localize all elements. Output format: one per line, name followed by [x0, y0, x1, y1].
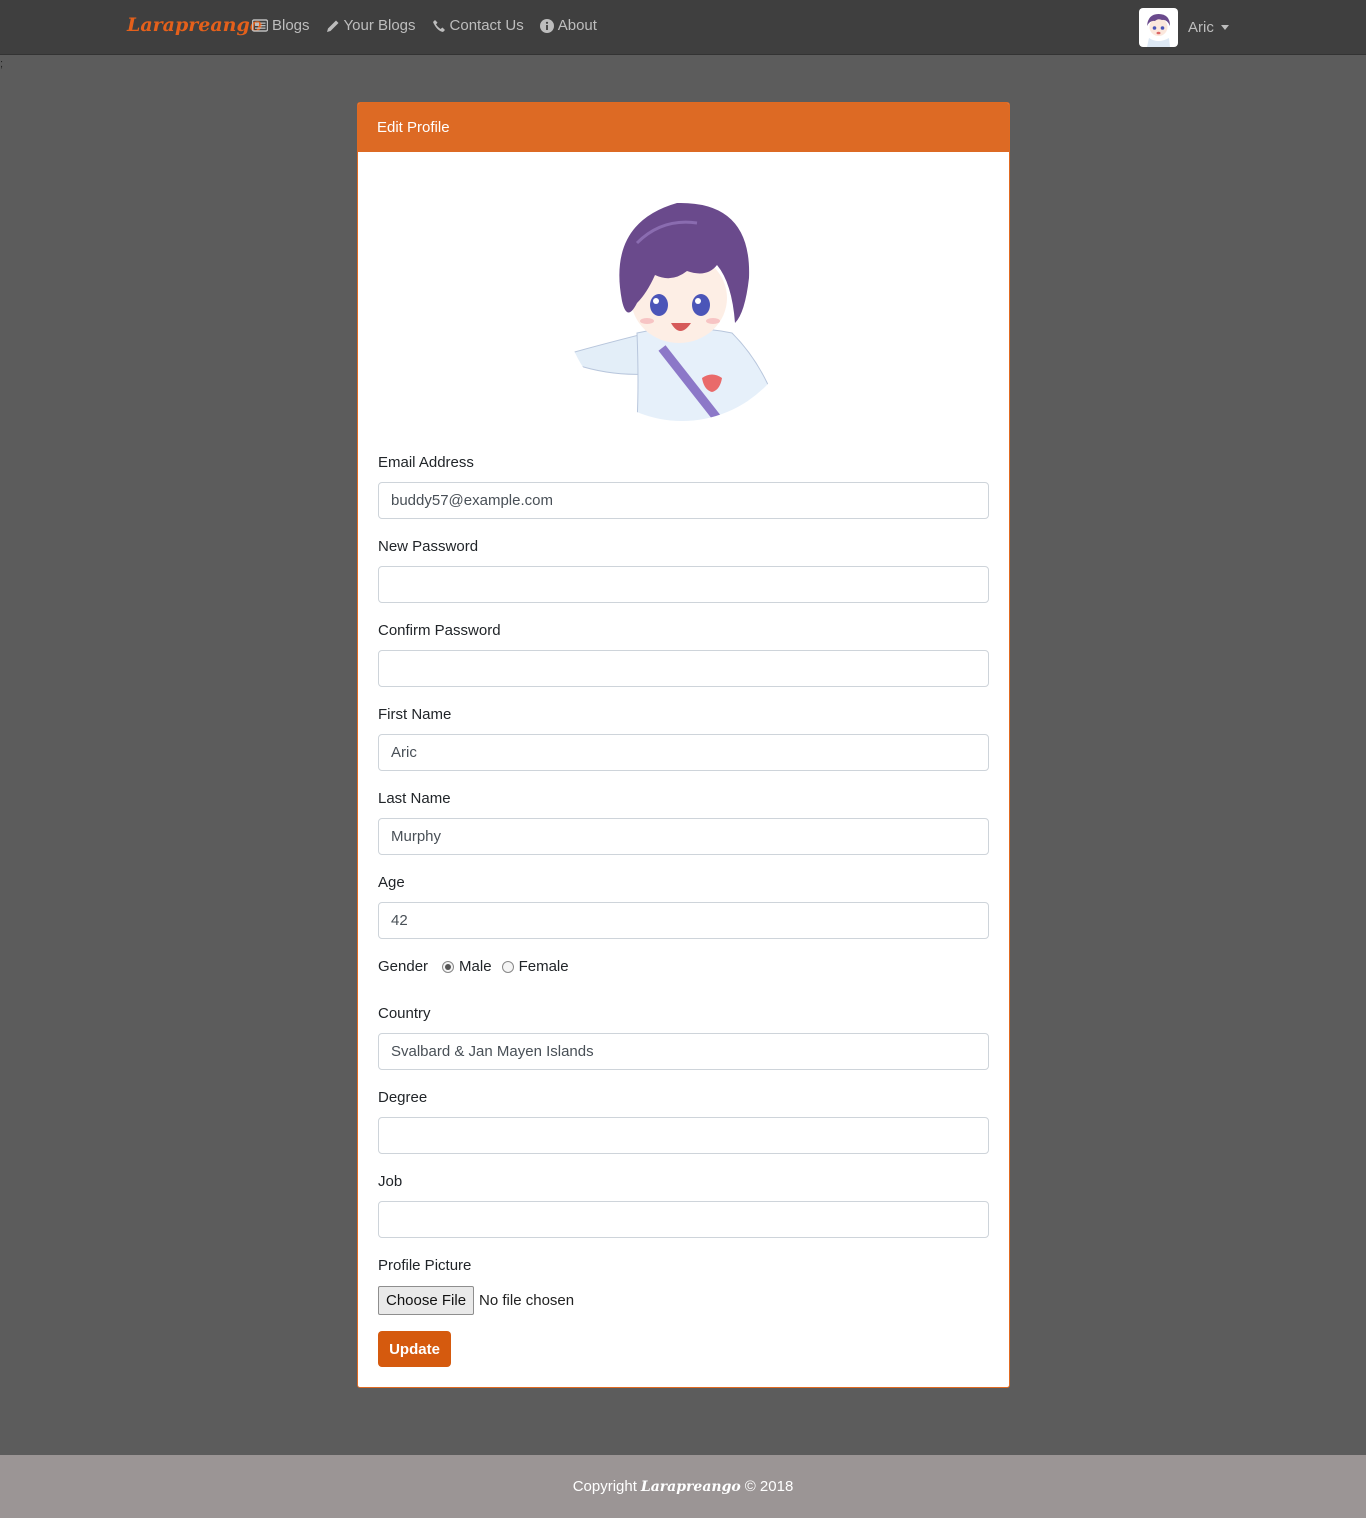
nav-link-label: About [557, 17, 597, 34]
female-radio-label: Female [518, 958, 569, 975]
edit-profile-card: Edit Profile Email Address buddy57@examp… [357, 102, 1010, 1388]
job-label: Job [378, 1173, 403, 1190]
footer-prefix: Copyright [572, 1478, 637, 1495]
file-status: No file chosen [479, 1292, 575, 1309]
avatar-image [1147, 14, 1170, 47]
footer-suffix: © 2018 [744, 1478, 794, 1495]
first-name-field[interactable] [378, 734, 989, 771]
pencil-icon [326, 20, 339, 32]
age-field[interactable] [378, 902, 989, 939]
phone-icon [432, 19, 445, 32]
caret-down-icon [1220, 25, 1229, 30]
confirm-password-field[interactable] [378, 650, 989, 687]
nav-link-label: Contact Us [449, 17, 524, 34]
avatar [1139, 8, 1178, 47]
new-password-field[interactable] [378, 566, 989, 603]
gender-option-female[interactable]: Female [501, 958, 569, 975]
country-label: Country [378, 1005, 431, 1022]
profile-picture-label: Profile Picture [378, 1257, 472, 1274]
gender-group: Gender Male Female [378, 958, 579, 975]
footer: Copyright Larapreango © 2018 [0, 1455, 1366, 1518]
card-header: Edit Profile [358, 103, 1009, 152]
nav-link-about[interactable]: About [539, 17, 597, 34]
nav-links: Blogs Your Blogs Contact Us About [252, 17, 613, 34]
info-circle-icon [539, 18, 554, 33]
degree-label: Degree [378, 1089, 428, 1106]
email-field[interactable] [378, 482, 989, 519]
nav-link-label: Blogs [272, 17, 310, 34]
male-radio[interactable] [442, 960, 455, 973]
new-password-label: New Password [378, 538, 479, 555]
degree-field[interactable] [378, 1117, 989, 1154]
gender-label: Gender [378, 958, 429, 975]
female-radio[interactable] [501, 960, 514, 973]
newspaper-icon [252, 19, 268, 32]
job-field[interactable] [378, 1201, 989, 1238]
top-navbar: Larapreango Blogs Your Blogs Contact Us … [0, 0, 1366, 55]
age-label: Age [378, 874, 405, 891]
nav-link-your-blogs[interactable]: Your Blogs [326, 17, 416, 34]
country-field[interactable] [378, 1033, 989, 1070]
choose-file-button[interactable]: Choose File [378, 1286, 475, 1315]
file-input: Choose File No file chosen [378, 1286, 574, 1315]
update-button[interactable]: Update [378, 1331, 451, 1367]
nav-link-label: Your Blogs [343, 17, 416, 34]
footer-brand: Larapreango [640, 1478, 741, 1495]
confirm-password-label: Confirm Password [378, 622, 501, 639]
user-name: Aric [1188, 19, 1214, 36]
nav-link-blogs[interactable]: Blogs [252, 17, 310, 34]
brand-logo[interactable]: Larapreango [127, 14, 262, 36]
first-name-label: First Name [378, 706, 452, 723]
last-name-label: Last Name [378, 790, 451, 807]
male-radio-label: Male [459, 958, 492, 975]
email-label: Email Address [378, 454, 474, 471]
profile-image [567, 185, 800, 421]
nav-link-contact-us[interactable]: Contact Us [432, 17, 524, 34]
stray-text: ; [0, 58, 4, 70]
gender-option-male[interactable]: Male [442, 958, 492, 975]
user-menu-dropdown[interactable]: Aric [1139, 8, 1229, 47]
last-name-field[interactable] [378, 818, 989, 855]
